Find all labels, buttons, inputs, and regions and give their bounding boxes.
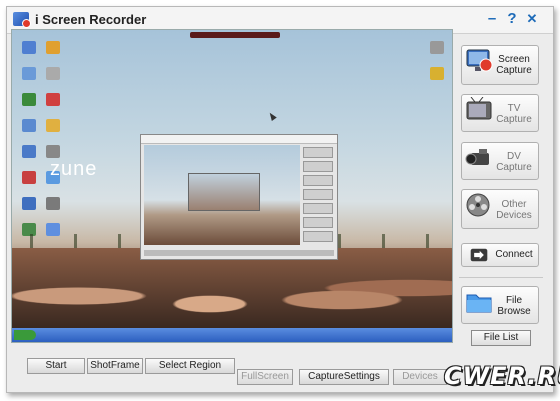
help-button[interactable]: ? [503, 9, 521, 29]
file-list-button[interactable]: File List [471, 330, 531, 346]
nested-side-button [303, 217, 333, 228]
desktop-icon [22, 41, 36, 54]
screen-capture-label: Screen Capture [496, 54, 532, 76]
nested-side-button [303, 189, 333, 200]
tv-icon [466, 97, 492, 120]
watermark-text: CWER.RU [444, 362, 560, 390]
desktop-icon [22, 119, 36, 132]
other-devices-button[interactable]: Other Devices [461, 189, 539, 229]
mouse-cursor-icon [267, 111, 277, 121]
desktop-icon [46, 197, 60, 210]
film-reel-icon [466, 193, 490, 217]
nested-side-button [303, 203, 333, 214]
app-logo-icon [13, 12, 31, 28]
folder-icon [466, 294, 492, 313]
monitor-record-icon [466, 49, 493, 72]
side-panel: Screen Capture TV Capture DV Capture Oth… [457, 37, 549, 347]
desktop-right-icons [426, 38, 444, 90]
camcorder-icon [465, 149, 489, 165]
desktop-icon [46, 41, 60, 54]
panel-divider [459, 277, 543, 278]
arrow-right-icon [470, 248, 488, 262]
desktop-icon [430, 41, 444, 54]
watermark: CWER.RU [432, 354, 560, 400]
full-screen-button[interactable]: FullScreen [237, 369, 293, 385]
dv-capture-button[interactable]: DV Capture [461, 142, 539, 180]
start-button[interactable]: Start [27, 358, 85, 374]
nested-bottom-bar [144, 250, 334, 256]
select-region-button[interactable]: Select Region [145, 358, 235, 374]
file-browse-button[interactable]: File Browse [461, 286, 539, 324]
nested-side-button [303, 147, 333, 158]
screen-capture-button[interactable]: Screen Capture [461, 45, 539, 85]
nested-side-button [303, 175, 333, 186]
desktop-taskbar [12, 328, 452, 342]
desktop-icon [22, 145, 36, 158]
app-window: i Screen Recorder – ? ✕ zune Screen Capt… [6, 6, 554, 393]
desktop-top-toolbar [190, 32, 280, 38]
nested-thumbnail [188, 173, 260, 211]
minimize-button[interactable]: – [483, 9, 501, 29]
nested-preview [144, 145, 300, 245]
desktop-icon [46, 119, 60, 132]
desktop-icon [430, 67, 444, 80]
desktop-icon [46, 93, 60, 106]
desktop-icon [46, 67, 60, 80]
shot-frame-button[interactable]: ShotFrame [87, 358, 143, 374]
screen-preview[interactable]: zune [11, 29, 453, 343]
desktop-wallpaper-text: zune [50, 158, 98, 180]
other-devices-label: Other Devices [496, 199, 532, 221]
nested-app-window [140, 134, 338, 260]
window-title: i Screen Recorder [35, 12, 147, 27]
connect-button[interactable]: Connect [461, 243, 539, 267]
tv-capture-button[interactable]: TV Capture [461, 94, 539, 132]
desktop-icon [22, 197, 36, 210]
nested-side-button [303, 231, 333, 242]
desktop-icon [22, 93, 36, 106]
capture-settings-button[interactable]: CaptureSettings [299, 369, 389, 385]
connect-label: Connect [495, 249, 533, 260]
nested-side-button [303, 161, 333, 172]
desktop-icon [46, 145, 60, 158]
desktop-icon [22, 171, 36, 184]
nested-title-bar [141, 135, 337, 144]
tv-capture-label: TV Capture [496, 103, 532, 125]
desktop-icon [22, 67, 36, 80]
crowd-image [12, 248, 452, 328]
file-browse-label: File Browse [497, 295, 531, 317]
dv-capture-label: DV Capture [496, 151, 532, 173]
close-button[interactable]: ✕ [523, 9, 541, 29]
taskbar-start-icon [14, 330, 36, 340]
